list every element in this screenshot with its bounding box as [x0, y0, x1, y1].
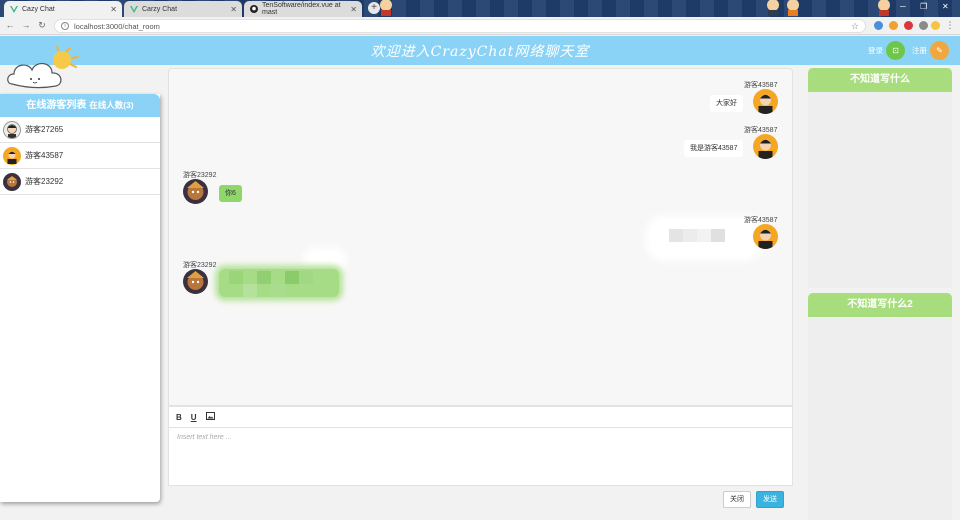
- tab-carzy-chat[interactable]: Carzy Chat ✕: [124, 1, 242, 17]
- chat-messages-area[interactable]: 游客43587 大家好 游客43587 我是游客43587 游客23292 你6…: [168, 68, 793, 406]
- cartoon-decoration-icon: [787, 0, 799, 16]
- vue-logo-icon: [130, 5, 138, 13]
- close-icon[interactable]: ✕: [230, 5, 237, 14]
- user-list-item[interactable]: 游客23292: [0, 169, 160, 195]
- pixelated-content: [229, 271, 243, 284]
- pixelated-content: [285, 271, 299, 284]
- right-panel-1-title: 不知道写什么: [808, 68, 952, 92]
- message-sender: 游客43587: [744, 217, 778, 224]
- info-icon[interactable]: i: [61, 22, 69, 30]
- bold-button[interactable]: B: [176, 413, 182, 422]
- close-button[interactable]: 关闭: [723, 491, 751, 508]
- register-icon[interactable]: ✎: [930, 41, 949, 60]
- message-sender: 游客43587: [744, 127, 778, 134]
- tab-cazy-chat[interactable]: Cazy Chat ✕: [4, 1, 122, 17]
- tab-title: Carzy Chat: [142, 5, 178, 13]
- tab-title: Cazy Chat: [22, 5, 55, 13]
- warrior-icon: [3, 172, 21, 191]
- forward-arrow-icon[interactable]: →: [20, 20, 32, 30]
- message-editor: B U Insert text here ...: [168, 406, 793, 486]
- image-icon[interactable]: [205, 412, 215, 422]
- right-panel-2-title: 不知道写什么2: [808, 293, 952, 317]
- cartoon-decoration-icon: [878, 0, 890, 16]
- pixelated-content: [243, 284, 257, 297]
- cloud-sun-decoration-icon: [7, 46, 79, 89]
- vue-logo-icon: [10, 5, 18, 13]
- man-orange-icon: [753, 134, 778, 159]
- minimize-icon[interactable]: ─: [900, 2, 906, 11]
- extension-icon[interactable]: [931, 21, 940, 30]
- login-icon[interactable]: ⊡: [886, 41, 905, 60]
- pixelated-content: [299, 271, 313, 284]
- register-link[interactable]: 注册: [912, 45, 927, 56]
- editor-toolbar: B U: [169, 407, 792, 428]
- message-sender: 游客43587: [744, 82, 778, 89]
- pixelated-content: [271, 284, 285, 297]
- menu-dots-icon[interactable]: ⋮: [944, 20, 956, 31]
- message-sender: 游客23292: [183, 262, 217, 269]
- github-icon: [250, 5, 258, 13]
- address-bar[interactable]: i localhost:3000/chat_room ☆: [54, 19, 866, 33]
- man-orange-icon: [753, 224, 778, 249]
- pixelated-content: [711, 229, 725, 242]
- restore-icon[interactable]: ❐: [920, 2, 927, 11]
- message-bubble: 你6: [219, 185, 242, 202]
- pixelated-content: [697, 229, 711, 242]
- pixelated-content: [257, 271, 271, 284]
- send-button[interactable]: 发送: [756, 491, 784, 508]
- close-icon[interactable]: ✕: [110, 5, 117, 14]
- right-panel-1: 不知道写什么: [808, 68, 952, 288]
- user-name: 游客43587: [25, 151, 64, 160]
- tab-title: TenSoftware/index.vue at mast: [262, 2, 341, 16]
- man-face-icon: [3, 120, 21, 139]
- message-sender: 游客23292: [183, 172, 217, 179]
- online-users-title: 在线游客列表: [26, 100, 87, 111]
- extension-icon[interactable]: [874, 21, 883, 30]
- underline-button[interactable]: U: [191, 413, 197, 422]
- window-close-icon[interactable]: ✕: [942, 2, 949, 11]
- message-bubble: 大家好: [710, 95, 743, 112]
- cartoon-decoration-icon: [767, 0, 779, 16]
- adblock-icon[interactable]: [904, 21, 913, 30]
- url-text: localhost:3000/chat_room: [74, 21, 160, 31]
- cartoon-decoration-icon: [380, 0, 392, 16]
- online-count: 在线人数(3): [89, 100, 134, 110]
- man-orange-icon: [753, 89, 778, 114]
- pixelated-content: [683, 229, 697, 242]
- editor-footer: 关闭 发送: [168, 486, 793, 520]
- page-title: 欢迎进入CrazyChat网络聊天室: [370, 44, 590, 60]
- user-list-item[interactable]: 游客27265: [0, 117, 160, 143]
- warrior-icon: [183, 269, 208, 294]
- browser-toolbar: ← → ↻ i localhost:3000/chat_room ☆ ⋮: [0, 17, 960, 35]
- message-bubble: 我是游客43587: [684, 140, 744, 157]
- new-tab-button[interactable]: +: [368, 2, 380, 14]
- extension-icon[interactable]: [919, 21, 928, 30]
- pixelated-content: [669, 229, 683, 242]
- user-name: 游客23292: [25, 177, 64, 186]
- online-users-header: 在线游客列表 在线人数(3): [0, 94, 160, 117]
- app-header: 欢迎进入CrazyChat网络聊天室 登录 ⊡ 注册 ✎: [0, 36, 960, 65]
- bookmark-star-icon[interactable]: ☆: [851, 21, 859, 32]
- blur-halo: [309, 253, 341, 267]
- back-arrow-icon[interactable]: ←: [4, 20, 16, 30]
- message-input[interactable]: Insert text here ...: [169, 428, 792, 447]
- right-panel-2: 不知道写什么2: [808, 293, 952, 520]
- login-link[interactable]: 登录: [868, 45, 883, 56]
- reload-icon[interactable]: ↻: [36, 20, 48, 31]
- man-orange-icon: [3, 146, 21, 165]
- user-name: 游客27265: [25, 125, 64, 134]
- close-icon[interactable]: ✕: [350, 5, 357, 14]
- extension-icon[interactable]: [889, 21, 898, 30]
- browser-tab-bar: Cazy Chat ✕ Carzy Chat ✕ TenSoftware/ind…: [0, 0, 960, 17]
- warrior-icon: [183, 179, 208, 204]
- tab-github[interactable]: TenSoftware/index.vue at mast ✕: [244, 1, 362, 17]
- user-list-item[interactable]: 游客43587: [0, 143, 160, 169]
- online-users-panel: 在线游客列表 在线人数(3) 游客27265 游客43587 游客23292: [0, 94, 160, 502]
